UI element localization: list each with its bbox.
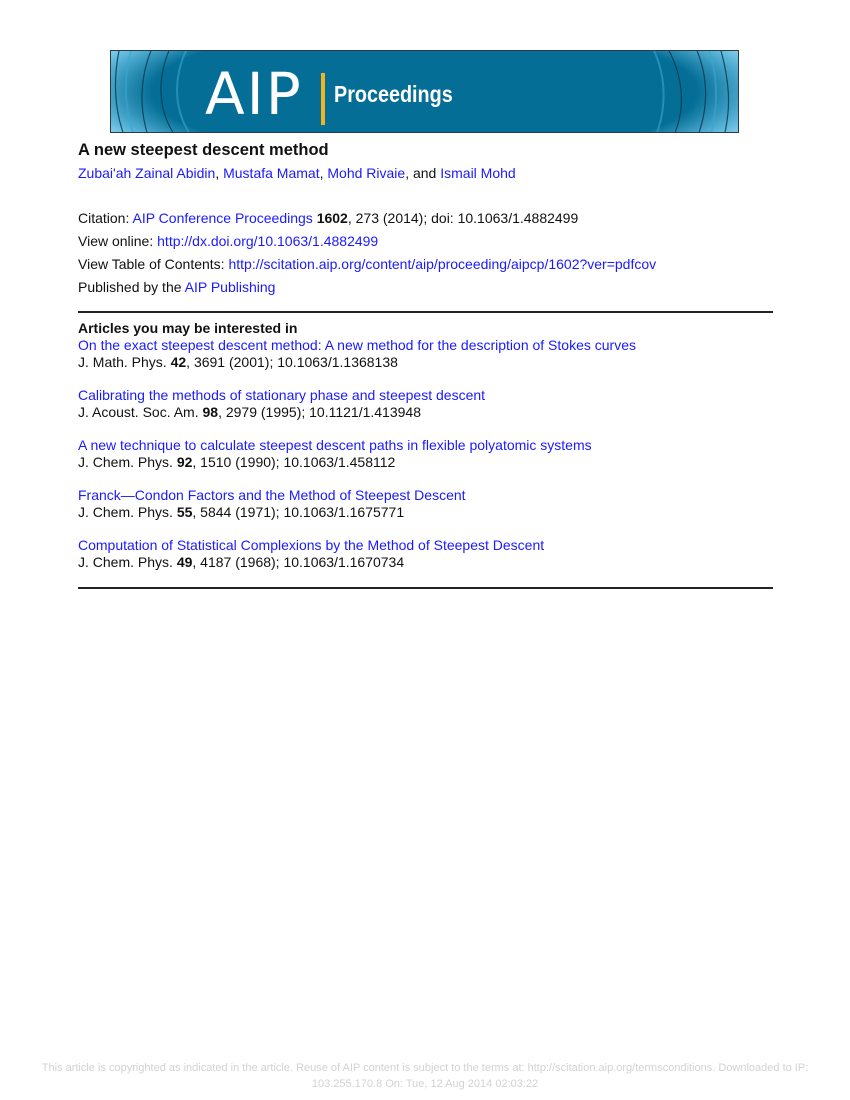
related-article-link[interactable]: Franck—Condon Factors and the Method of … [78,487,466,503]
copyright-footer: This article is copyrighted as indicated… [0,1060,850,1092]
related-article-citation: J. Acoust. Soc. Am. 98, 2979 (1995); 10.… [78,404,421,420]
citation-block: Citation: AIP Conference Proceedings 160… [78,207,656,299]
citation-details: , 1510 (1990); 10.1063/1.458112 [192,454,396,470]
citation-line: Citation: AIP Conference Proceedings 160… [78,207,656,230]
related-article: On the exact steepest descent method: A … [78,337,778,371]
related-article-link[interactable]: On the exact steepest descent method: A … [78,337,636,353]
author-link[interactable]: Mustafa Mamat [223,165,319,181]
citation-label: Citation: [78,210,133,226]
related-article-citation: J. Chem. Phys. 55, 5844 (1971); 10.1063/… [78,504,404,520]
article-title: A new steepest descent method [78,141,329,159]
aip-logo: AIP [205,60,303,128]
volume-number: 42 [170,354,187,370]
related-heading: Articles you may be interested in [78,320,298,336]
proceedings-label: Proceedings [334,81,453,107]
related-article-link[interactable]: Computation of Statistical Complexions b… [78,537,544,553]
citation-details: , 5844 (1971); 10.1063/1.1675771 [192,504,405,520]
toc-line: View Table of Contents: http://scitation… [78,253,656,276]
citation-details: , 3691 (2001); 10.1063/1.1368138 [186,354,398,370]
volume-number: 92 [176,454,193,470]
volume-number: 55 [176,504,193,520]
author-link[interactable]: Zubai'ah Zainal Abidin [78,165,215,181]
divider-top [78,311,773,313]
aip-proceedings-banner: AIP Proceedings [110,50,739,133]
related-article: Computation of Statistical Complexions b… [78,537,778,571]
publisher-link[interactable]: AIP Publishing [185,279,276,295]
related-article-link[interactable]: Calibrating the methods of stationary ph… [78,387,485,403]
toc-link[interactable]: http://scitation.aip.org/content/aip/pro… [228,256,656,272]
logo-divider-bar [321,73,325,125]
related-article: A new technique to calculate steepest de… [78,437,778,471]
toc-label: View Table of Contents: [78,256,229,272]
related-articles: Articles you may be interested in On the… [78,320,778,587]
doi-link[interactable]: http://dx.doi.org/10.1063/1.4882499 [157,233,378,249]
journal-name: J. Chem. Phys. [78,454,177,470]
volume-number: 1602 [316,210,348,226]
volume-number: 49 [176,554,193,570]
view-online-label: View online: [78,233,158,249]
citation-details: , 273 (2014); doi: 10.1063/1.4882499 [347,210,579,226]
author-separator: , and [405,165,441,181]
author-separator: , [215,165,224,181]
related-article: Franck—Condon Factors and the Method of … [78,487,778,521]
journal-name: J. Chem. Phys. [78,554,177,570]
publisher-line: Published by the AIP Publishing [78,276,656,299]
related-article-citation: J. Chem. Phys. 92, 1510 (1990); 10.1063/… [78,454,395,470]
journal-name: J. Acoust. Soc. Am. [78,404,203,420]
journal-link[interactable]: AIP Conference Proceedings [132,210,312,226]
citation-details: , 4187 (1968); 10.1063/1.1670734 [192,554,405,570]
volume-number: 98 [202,404,219,420]
related-article-link[interactable]: A new technique to calculate steepest de… [78,437,592,453]
related-article-citation: J. Math. Phys. 42, 3691 (2001); 10.1063/… [78,354,398,370]
author-list: Zubai'ah Zainal Abidin, Mustafa Mamat, M… [78,165,516,181]
journal-name: J. Math. Phys. [78,354,171,370]
footer-line-1: This article is copyrighted as indicated… [41,1062,809,1074]
publisher-label: Published by the [78,279,185,295]
footer-line-2: 103.255.170.8 On: Tue, 12 Aug 2014 02:03… [311,1078,539,1090]
author-link[interactable]: Mohd Rivaie [327,165,405,181]
author-link[interactable]: Ismail Mohd [440,165,515,181]
related-article: Calibrating the methods of stationary ph… [78,387,778,421]
view-online-line: View online: http://dx.doi.org/10.1063/1… [78,230,656,253]
journal-name: J. Chem. Phys. [78,504,177,520]
citation-details: , 2979 (1995); 10.1121/1.413948 [218,404,421,420]
related-article-citation: J. Chem. Phys. 49, 4187 (1968); 10.1063/… [78,554,404,570]
divider-bottom [78,587,773,589]
